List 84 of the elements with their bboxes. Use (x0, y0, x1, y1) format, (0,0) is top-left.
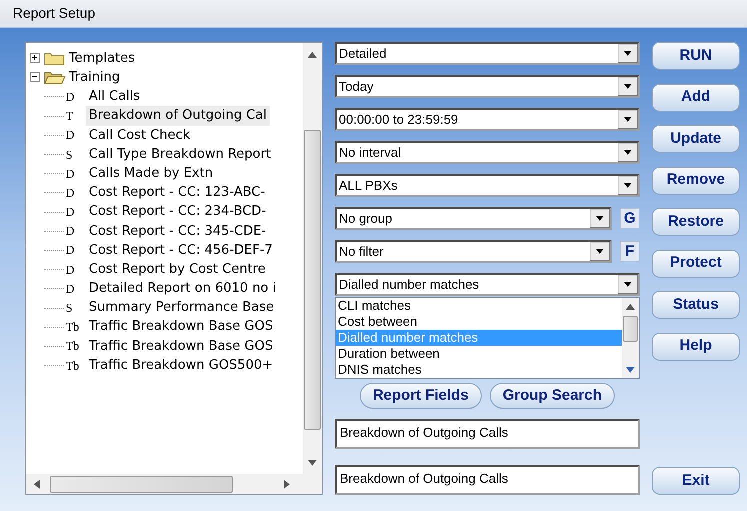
dropdown[interactable]: Detailed (335, 42, 640, 65)
action-button[interactable]: Report Fields (360, 383, 482, 409)
list-item[interactable]: DNIS matches (336, 362, 622, 378)
side-button[interactable]: G (620, 208, 640, 229)
dropdown[interactable]: No group (335, 207, 612, 230)
text-field[interactable]: Breakdown of Outgoing Calls (335, 465, 640, 495)
folder-icon (44, 51, 66, 66)
report-type-icon: S (64, 146, 86, 164)
dropdown-value: Dialled number matches (339, 276, 480, 294)
side-button[interactable]: Help (652, 332, 740, 360)
list-item[interactable]: CLI matches (336, 298, 622, 314)
report-type-icon: D (64, 88, 86, 106)
dropdown[interactable]: ALL PBXs (335, 174, 640, 197)
tree-item[interactable]: Training (66, 68, 124, 88)
text-field[interactable]: Breakdown of Outgoing Calls (335, 419, 640, 449)
action-button[interactable]: Group Search (490, 383, 616, 409)
tree-item[interactable]: Cost Report - CC: 345-CDE- (86, 222, 270, 242)
tree-item[interactable]: Call Cost Check (86, 126, 194, 146)
dropdown-value: No group (339, 210, 392, 228)
tree-item[interactable]: Cost Report - CC: 123-ABC- (86, 183, 268, 203)
tree-item[interactable]: Cost Report - CC: 456-DEF-7 (86, 240, 276, 260)
expand-icon[interactable] (30, 53, 41, 64)
side-button[interactable]: RUN (652, 42, 740, 70)
report-type-icon: Tb (64, 356, 86, 375)
tree-item[interactable]: Detailed Report on 6010 no i (86, 279, 280, 299)
report-type-icon: D (64, 222, 86, 240)
side-button[interactable]: Remove (652, 166, 740, 194)
horizontal-scrollbar[interactable] (26, 474, 322, 494)
report-type-icon: D (64, 126, 86, 144)
vertical-scrollbar[interactable] (303, 43, 322, 474)
report-type-icon: D (64, 260, 86, 279)
dropdown-value: Detailed (339, 44, 387, 63)
exit-button[interactable]: Exit (652, 467, 740, 495)
scroll-down-icon[interactable] (308, 460, 317, 466)
scroll-left-icon[interactable] (34, 480, 40, 488)
scroll-right-icon[interactable] (284, 480, 290, 488)
dropdown[interactable]: 00:00:00 to 23:59:59 (335, 108, 640, 131)
report-type-icon: D (64, 280, 86, 298)
dropdown-value: Today (339, 78, 374, 96)
dropdown-value: No interval (339, 144, 402, 162)
dropdown[interactable]: Today (335, 75, 640, 98)
tree-item[interactable]: Templates (66, 48, 138, 68)
dropdown-value: ALL PBXs (339, 176, 398, 195)
dropdown[interactable]: No filter (335, 240, 612, 263)
tree-item[interactable]: Summary Performance Base (86, 298, 278, 318)
report-type-icon: T (64, 107, 86, 126)
report-type-icon: D (64, 164, 86, 183)
report-type-icon: Tb (64, 337, 86, 356)
tree-item[interactable]: Cost Report by Cost Centre (86, 260, 269, 280)
scroll-down-icon[interactable] (626, 367, 635, 373)
list-scrollbar[interactable] (622, 298, 639, 378)
list-item[interactable]: Duration between (336, 346, 622, 362)
window-title: Report Setup (13, 4, 96, 23)
scrollbar-thumb[interactable] (50, 476, 233, 492)
dropdown-value: 00:00:00 to 23:59:59 (339, 110, 458, 129)
dropdown[interactable]: No interval (335, 141, 640, 164)
tree-item[interactable]: Cost Report - CC: 234-BCD- (86, 202, 270, 222)
dropdown-value: No filter (339, 242, 384, 261)
list-item[interactable]: Cost between (336, 314, 622, 330)
side-button[interactable]: F (620, 241, 640, 262)
tree-item[interactable]: Breakdown of Outgoing Cal (86, 106, 270, 126)
dropdown[interactable]: Dialled number matches (335, 273, 640, 296)
report-type-icon: D (64, 203, 86, 222)
scroll-up-icon[interactable] (626, 304, 635, 310)
tree-item[interactable]: Traffic Breakdown Base GOS (86, 336, 276, 356)
tree-item[interactable]: All Calls (86, 87, 144, 107)
report-type-icon: Tb (64, 318, 86, 336)
report-type-icon: D (64, 184, 86, 202)
tree-item[interactable]: Call Type Breakdown Report (86, 144, 274, 164)
side-button[interactable]: Update (652, 125, 740, 153)
side-button[interactable]: Add (652, 84, 740, 112)
folder-icon (44, 70, 66, 86)
collapse-icon[interactable] (30, 72, 41, 84)
tree-item[interactable]: Traffic Breakdown GOS500+ (86, 356, 276, 376)
side-button[interactable]: Restore (652, 208, 740, 236)
side-button[interactable]: Protect (652, 250, 740, 278)
scrollbar-thumb[interactable] (623, 316, 638, 342)
tree-item[interactable]: Traffic Breakdown Base GOS (86, 317, 276, 337)
tree-item[interactable]: Calls Made by Extn (86, 164, 216, 184)
side-button[interactable]: Status (652, 291, 740, 319)
scroll-up-icon[interactable] (308, 52, 317, 58)
scrollbar-thumb[interactable] (304, 130, 321, 430)
report-type-icon: D (64, 241, 86, 260)
report-type-icon: S (64, 299, 86, 318)
